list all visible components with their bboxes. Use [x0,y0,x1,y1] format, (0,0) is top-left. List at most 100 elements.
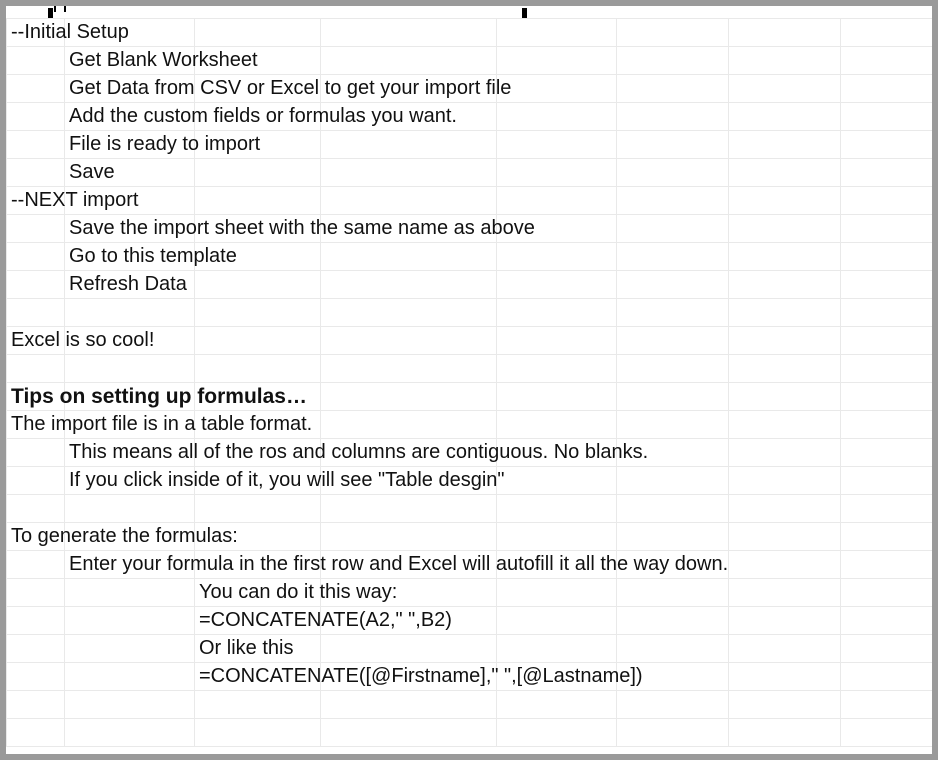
cell[interactable] [65,607,195,635]
cell[interactable] [841,75,933,103]
cell[interactable] [321,635,497,663]
cell[interactable] [497,467,617,495]
cell[interactable]: =CONCATENATE(A2," ",B2) [195,607,321,635]
cell[interactable] [497,75,617,103]
cell[interactable] [729,523,841,551]
cell[interactable] [729,299,841,327]
cell[interactable] [841,411,933,439]
cell[interactable]: Or like this [195,635,321,663]
cell[interactable] [841,551,933,579]
cell[interactable] [65,355,195,383]
cell[interactable] [321,47,497,75]
cell[interactable] [729,215,841,243]
cell[interactable] [729,271,841,299]
cell[interactable] [841,383,933,411]
cell[interactable] [617,243,729,271]
cell[interactable] [321,187,497,215]
cell[interactable] [321,411,497,439]
cell[interactable] [7,551,65,579]
cell[interactable]: If you click inside of it, you will see … [65,467,195,495]
cell[interactable] [729,103,841,131]
cell[interactable] [729,355,841,383]
cell[interactable] [729,243,841,271]
cell[interactable] [497,719,617,747]
cell[interactable] [497,103,617,131]
cell[interactable] [729,495,841,523]
cell[interactable] [195,327,321,355]
cell[interactable] [841,439,933,467]
cell[interactable] [841,719,933,747]
cell[interactable]: =CONCATENATE([@Firstname]," ",[@Lastname… [195,663,321,691]
cell[interactable]: Go to this template [65,243,195,271]
cell[interactable]: Get Data from CSV or Excel to get your i… [65,75,195,103]
cell[interactable] [729,439,841,467]
cell[interactable]: You can do it this way: [195,579,321,607]
cell[interactable] [7,299,65,327]
cell[interactable] [729,467,841,495]
cell[interactable] [321,131,497,159]
cell[interactable] [7,159,65,187]
cell[interactable] [65,495,195,523]
cell[interactable] [617,19,729,47]
cell[interactable] [7,635,65,663]
cell[interactable] [321,327,497,355]
cell[interactable] [7,719,65,747]
cell[interactable] [321,271,497,299]
cell[interactable] [7,47,65,75]
cell[interactable] [617,467,729,495]
cell[interactable] [65,579,195,607]
cell[interactable]: To generate the formulas: [7,523,65,551]
cell[interactable] [729,719,841,747]
cell[interactable] [497,327,617,355]
cell[interactable] [65,635,195,663]
cell[interactable]: This means all of the ros and columns ar… [65,439,195,467]
cell[interactable] [65,691,195,719]
spreadsheet-area[interactable]: --Initial SetupGet Blank WorksheetGet Da… [6,18,932,754]
cell[interactable] [497,19,617,47]
cell[interactable] [841,215,933,243]
cell[interactable] [497,299,617,327]
cell[interactable] [729,383,841,411]
cell[interactable] [7,103,65,131]
cell[interactable] [841,271,933,299]
cell[interactable] [195,719,321,747]
cell[interactable] [321,299,497,327]
cell[interactable] [841,103,933,131]
cell[interactable] [7,495,65,523]
cell[interactable] [497,355,617,383]
cell[interactable] [7,663,65,691]
cell[interactable] [321,19,497,47]
cell[interactable] [617,187,729,215]
cell[interactable] [841,579,933,607]
cell[interactable] [617,103,729,131]
cell[interactable] [617,75,729,103]
cell[interactable] [7,579,65,607]
cell[interactable] [617,411,729,439]
cell[interactable] [497,523,617,551]
cell[interactable]: --Initial Setup [7,19,65,47]
cell[interactable] [497,271,617,299]
spreadsheet-grid[interactable]: --Initial SetupGet Blank WorksheetGet Da… [6,18,932,747]
cell[interactable] [729,411,841,439]
cell[interactable] [617,635,729,663]
cell[interactable] [729,663,841,691]
cell[interactable] [729,579,841,607]
cell[interactable] [841,495,933,523]
cell[interactable] [729,187,841,215]
cell[interactable] [497,131,617,159]
cell[interactable] [7,607,65,635]
cell[interactable] [617,47,729,75]
cell[interactable] [729,551,841,579]
cell[interactable] [7,691,65,719]
cell[interactable] [497,579,617,607]
cell[interactable] [7,355,65,383]
cell[interactable] [321,691,497,719]
cell[interactable] [195,19,321,47]
cell[interactable] [617,383,729,411]
cell[interactable]: Tips on setting up formulas… [7,383,65,411]
cell[interactable] [497,187,617,215]
cell[interactable] [195,691,321,719]
cell[interactable] [497,411,617,439]
cell[interactable] [617,495,729,523]
cell[interactable]: Refresh Data [65,271,195,299]
